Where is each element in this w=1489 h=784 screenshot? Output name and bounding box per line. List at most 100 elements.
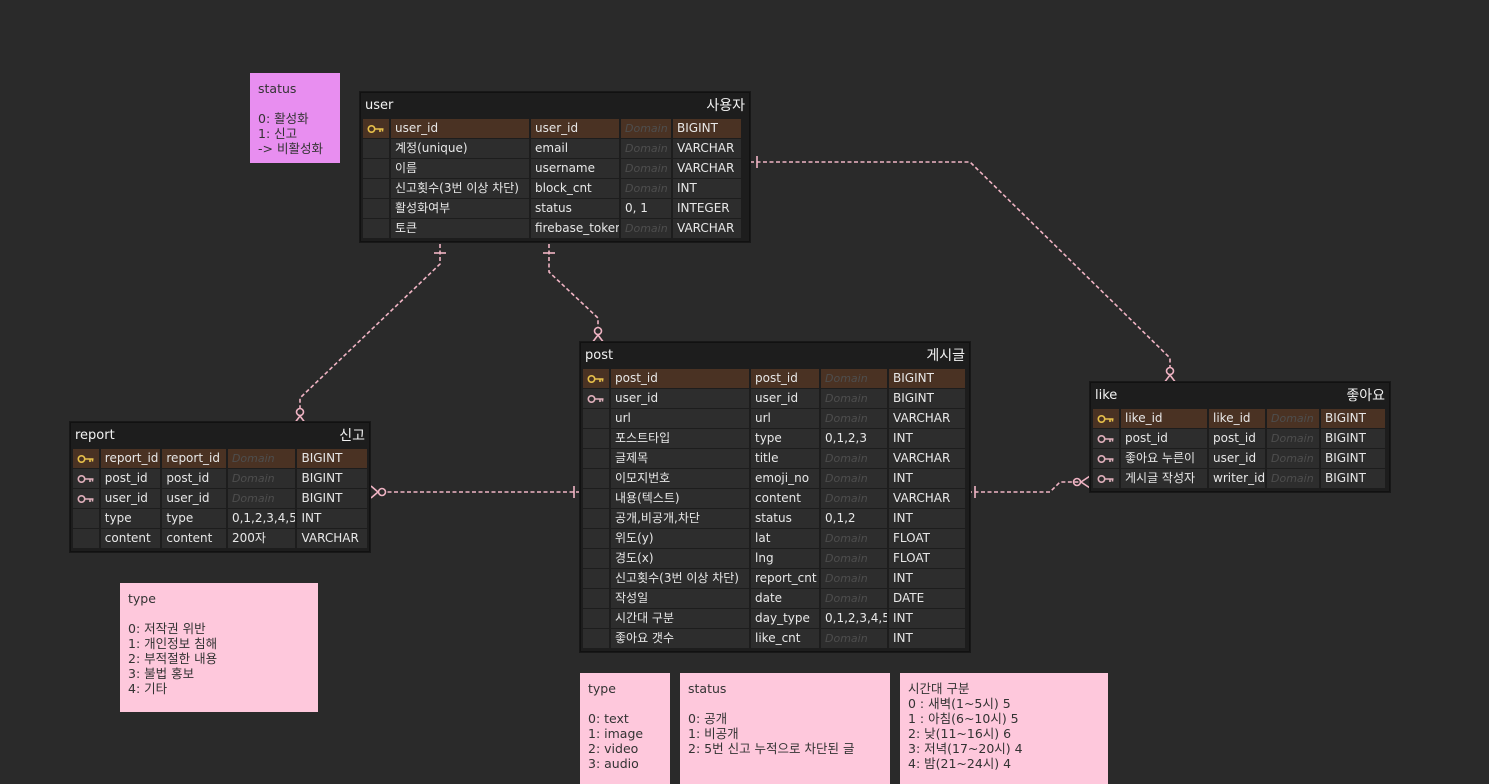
column-logical: 시간대 구분: [611, 609, 749, 628]
note-line: 2: 부적절한 내용: [128, 651, 218, 666]
column-row-writer_id[interactable]: 게시글 작성자 writer_id Domain BIGINT: [1093, 469, 1387, 488]
note-line: 1: 비공개: [688, 726, 739, 741]
column-logical: 신고횟수(3번 이상 차단): [611, 569, 749, 588]
key-cell: [73, 509, 99, 528]
column-row-user_id[interactable]: user_id user_id Domain BIGINT: [73, 489, 367, 508]
entity-like[interactable]: like 좋아요 like_id like_id Domain BIGINT post_…: [1090, 382, 1390, 492]
note-line: 3: audio: [588, 756, 639, 771]
note-title: status: [258, 81, 297, 96]
column-row-username[interactable]: 이름 username Domain VARCHAR: [363, 159, 747, 178]
column-row-like_cnt[interactable]: 좋아요 갯수 like_cnt Domain INT: [583, 629, 967, 648]
column-domain: Domain: [821, 409, 887, 428]
column-type: INT: [889, 569, 965, 588]
key-cell: [73, 469, 99, 488]
column-type: BIGINT: [1321, 469, 1385, 488]
column-row-user_id[interactable]: user_id user_id Domain BIGINT: [363, 119, 747, 138]
column-row-post_id[interactable]: post_id post_id Domain BIGINT: [73, 469, 367, 488]
column-row-url[interactable]: url url Domain VARCHAR: [583, 409, 967, 428]
column-physical: user_id: [162, 489, 226, 508]
column-logical: user_id: [391, 119, 529, 138]
column-logical: 작성일: [611, 589, 749, 608]
column-type: VARCHAR: [297, 529, 367, 548]
column-physical: username: [531, 159, 619, 178]
column-logical: report_id: [100, 449, 161, 468]
column-row-user_id[interactable]: user_id user_id Domain BIGINT: [583, 389, 967, 408]
column-logical: user_id: [100, 489, 161, 508]
column-row-content[interactable]: content content 200자 VARCHAR: [73, 529, 367, 548]
column-type: INT: [673, 179, 741, 198]
note-line: -> 비활성화: [258, 141, 323, 156]
column-row-date[interactable]: 작성일 date Domain DATE: [583, 589, 967, 608]
column-physical: url: [751, 409, 819, 428]
entity-user[interactable]: user 사용자 user_id user_id Domain BIGINT 계정(un…: [360, 92, 750, 242]
entity-name: user: [365, 97, 394, 113]
column-row-firebase_token[interactable]: 토큰 firebase_token Domain VARCHAR: [363, 219, 747, 238]
column-type: INTEGER: [673, 199, 741, 218]
column-row-type[interactable]: type type 0,1,2,3,4,5 INT: [73, 509, 367, 528]
column-physical: content: [751, 489, 819, 508]
column-domain: Domain: [821, 489, 887, 508]
note-line: 2: 낮(11~16시) 6: [908, 726, 1012, 741]
column-row-status[interactable]: 공개,비공개,차단 status 0,1,2 INT: [583, 509, 967, 528]
column-logical: 포스트타입: [611, 429, 749, 448]
column-type: BIGINT: [1321, 449, 1385, 468]
column-physical: like_cnt: [751, 629, 819, 648]
column-logical: 경도(x): [611, 549, 749, 568]
note-line: 3: 저녁(17~20시) 4: [908, 741, 1023, 756]
column-row-title[interactable]: 글제목 title Domain VARCHAR: [583, 449, 967, 468]
column-physical: content: [162, 529, 226, 548]
column-row-report_cnt[interactable]: 신고횟수(3번 이상 차단) report_cnt Domain INT: [583, 569, 967, 588]
column-physical: email: [531, 139, 619, 158]
key-cell: [363, 139, 389, 158]
column-row-status[interactable]: 활성화여부 status 0, 1 INTEGER: [363, 199, 747, 218]
column-row-day_type[interactable]: 시간대 구분 day_type 0,1,2,3,4,5 INT: [583, 609, 967, 628]
note-post-type[interactable]: type 0: text 1: image 2: video 3: audio: [580, 673, 670, 784]
column-type: BIGINT: [297, 449, 367, 468]
relationship-post-like: [968, 481, 1080, 493]
column-logical: 활성화여부: [391, 199, 529, 218]
column-row-block_cnt[interactable]: 신고횟수(3번 이상 차단) block_cnt Domain INT: [363, 179, 747, 198]
key-cell: [583, 389, 609, 408]
column-domain: 200자: [227, 529, 296, 548]
column-row-post_id[interactable]: post_id post_id Domain BIGINT: [583, 369, 967, 388]
column-domain: Domain: [227, 489, 296, 508]
key-icon: [587, 374, 604, 383]
column-type: BIGINT: [297, 469, 367, 488]
note-line: 0: 활성화: [258, 111, 309, 126]
column-row-report_id[interactable]: report_id report_id Domain BIGINT: [73, 449, 367, 468]
column-row-post_id[interactable]: post_id post_id Domain BIGINT: [1093, 429, 1387, 448]
foreign-key-icon: [1097, 454, 1114, 463]
column-domain: Domain: [1267, 409, 1319, 428]
column-domain: Domain: [821, 469, 887, 488]
column-row-emoji_no[interactable]: 이모지번호 emoji_no Domain INT: [583, 469, 967, 488]
column-physical: lat: [751, 529, 819, 548]
column-type: BIGINT: [889, 369, 965, 388]
column-row-lng[interactable]: 경도(x) lng Domain FLOAT: [583, 549, 967, 568]
key-cell: [583, 569, 609, 588]
entity-post[interactable]: post 게시글 post_id post_id Domain BIGINT user_…: [580, 342, 970, 652]
entity-report[interactable]: report 신고 report_id report_id Domain BIGINT…: [70, 422, 370, 552]
column-type: INT: [889, 469, 965, 488]
column-row-content[interactable]: 내용(텍스트) content Domain VARCHAR: [583, 489, 967, 508]
column-row-type[interactable]: 포스트타입 type 0,1,2,3 INT: [583, 429, 967, 448]
column-list: user_id user_id Domain BIGINT 계정(unique) emai…: [361, 117, 749, 241]
note-line: 0 : 새벽(1~5시) 5: [908, 696, 1011, 711]
column-logical: 위도(y): [611, 529, 749, 548]
column-row-user_id[interactable]: 좋아요 누른이 user_id Domain BIGINT: [1093, 449, 1387, 468]
note-line: 1: 개인정보 침해: [128, 636, 218, 651]
key-cell: [73, 449, 99, 468]
column-logical: 토큰: [391, 219, 529, 238]
key-cell: [583, 629, 609, 648]
column-type: INT: [889, 629, 965, 648]
note-post-status[interactable]: status 0: 공개 1: 비공개 2: 5번 신고 누적으로 차단된 글: [680, 673, 890, 784]
foreign-key-icon: [77, 494, 94, 503]
entity-header: report 신고: [71, 423, 369, 447]
column-physical: block_cnt: [531, 179, 619, 198]
column-row-like_id[interactable]: like_id like_id Domain BIGINT: [1093, 409, 1387, 428]
note-report-type[interactable]: type 0: 저작권 위반 1: 개인정보 침해 2: 부적절한 내용 3: 불법 홍…: [120, 583, 318, 712]
note-day-type[interactable]: 시간대 구분 0 : 새벽(1~5시) 51 : 아침(6~10시) 5 2: 낮(…: [900, 673, 1108, 784]
note-user-status[interactable]: status 0: 활성화 1: 신고 -> 비활성화: [250, 73, 340, 163]
column-row-email[interactable]: 계정(unique) email Domain VARCHAR: [363, 139, 747, 158]
column-row-lat[interactable]: 위도(y) lat Domain FLOAT: [583, 529, 967, 548]
column-type: VARCHAR: [673, 219, 741, 238]
